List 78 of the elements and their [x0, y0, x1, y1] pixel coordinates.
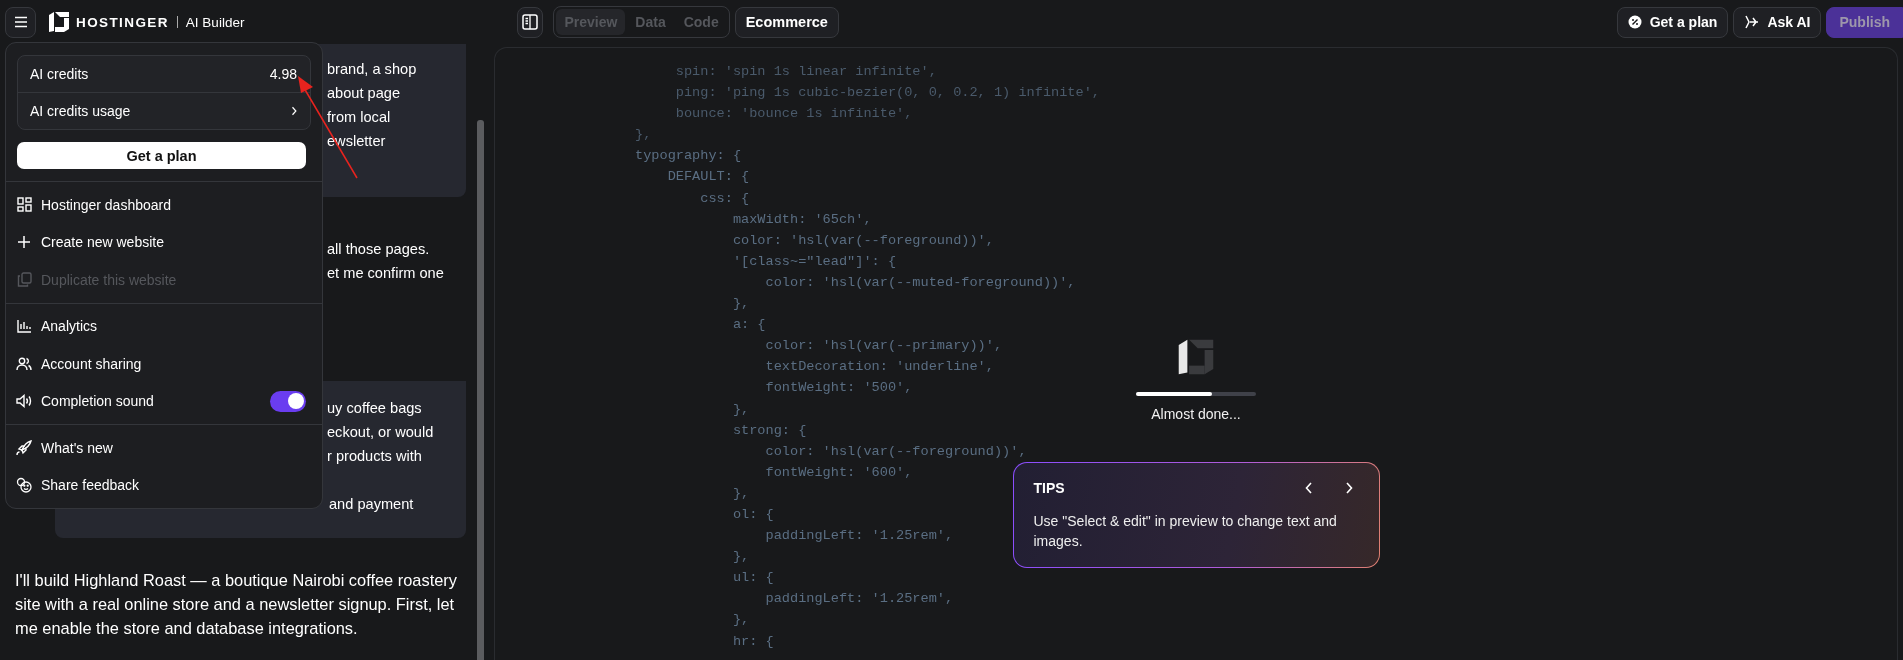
menu-button[interactable]: [5, 6, 36, 38]
toggle-label: Completion sound: [41, 393, 155, 410]
code-line: color: 'hsl(var(--primary))',: [764, 337, 1003, 356]
product-name: AI Builder: [185, 14, 245, 30]
code-line: },: [731, 484, 750, 503]
code-line: fontWeight: '500',: [764, 379, 913, 398]
code-line: color: 'hsl(var(--foreground))',: [764, 442, 1027, 461]
code-line: color: 'hsl(var(--muted-foreground))',: [764, 273, 1076, 292]
code-line: color: 'hsl(var(--foreground))',: [731, 231, 994, 250]
code-line: textDecoration: 'underline',: [764, 358, 994, 377]
code-line: maxWidth: '65ch',: [731, 210, 872, 229]
tip-text: Use "Select & edit" in preview to change text and images.: [1033, 512, 1338, 551]
plus-icon: [17, 235, 31, 250]
scrollbar[interactable]: [477, 120, 484, 660]
chevron-right-icon: [1344, 482, 1353, 494]
code-line: css: {: [699, 189, 750, 208]
sparkle-icon: [1744, 15, 1760, 29]
code-line: ul: {: [731, 569, 774, 588]
message-text: eckout, or would: [327, 423, 434, 442]
chevron-left-icon: [1304, 482, 1313, 494]
code-line: typography: {: [635, 147, 742, 166]
get-plan-button[interactable]: Get a plan: [17, 142, 306, 169]
credits-value: 4.98: [269, 66, 297, 82]
credits-usage-link[interactable]: AI credits usage: [18, 92, 310, 129]
code-line: bounce: 'bounce 1s infinite',: [674, 105, 913, 124]
ask-ai-button[interactable]: Ask AI: [1733, 6, 1822, 38]
message-text: r products with: [327, 447, 422, 466]
code-line: '[class~="lead"]': {: [731, 252, 897, 271]
toggle-sidebar-button[interactable]: [517, 6, 544, 38]
loading-status: Almost done...: [1151, 406, 1241, 422]
assistant-message: I'll build Highland Roast — a boutique Nairobi coffee roastery site with a real online store and a newsletter signup. First, let me enable the store and database integrations.: [15, 570, 458, 639]
code-line: spin: 'spin 1s linear infinite',: [674, 63, 937, 81]
dashboard-icon: [16, 197, 32, 213]
code-line: },: [731, 611, 750, 630]
code-line: fontWeight: '600',: [764, 463, 913, 482]
code-line: paddingLeft: '1.25rem',: [764, 527, 954, 546]
code-line: paddingLeft: '1.25rem',: [764, 590, 954, 609]
code-line: DEFAULT: {: [666, 168, 750, 187]
feedback-icon: [16, 477, 32, 494]
code-line: },: [635, 126, 652, 145]
message-text: et me confirm one: [327, 264, 444, 283]
menu-item[interactable]: Share feedback: [6, 466, 322, 504]
get-plan-button[interactable]: Get a plan: [1616, 6, 1729, 38]
chevron-right-icon: [291, 106, 297, 116]
loading-logo-icon: [1177, 338, 1215, 376]
tips-title: TIPS: [1033, 480, 1066, 496]
sidebar-icon: [522, 14, 539, 30]
menu-item[interactable]: Create new website: [6, 223, 322, 261]
menu-item[interactable]: Analytics: [6, 307, 322, 345]
code-line: },: [731, 400, 750, 419]
copy-icon: [16, 272, 32, 288]
bar-chart-icon: [16, 319, 32, 334]
code-line: ol: {: [731, 505, 774, 524]
code-line: hr: {: [731, 632, 774, 651]
code-line: a: {: [731, 316, 766, 335]
message-text: and payment: [329, 495, 414, 514]
toggle-switch[interactable]: [270, 390, 306, 412]
users-icon: [16, 356, 32, 371]
discount-icon: [1627, 15, 1642, 29]
message-text: about page: [327, 84, 401, 103]
logo-icon: [48, 11, 70, 33]
message-text: brand, a shop: [327, 60, 417, 79]
speaker-icon: [16, 394, 32, 409]
code-line: strong: {: [731, 421, 807, 440]
brand-name: HOSTINGER: [76, 14, 169, 30]
menu-icon: [13, 16, 28, 28]
message-text: from local: [327, 108, 391, 127]
menu-item[interactable]: Account sharing: [6, 345, 322, 383]
code-line: },: [731, 295, 750, 314]
credits-label: AI credits: [30, 66, 89, 82]
project-button[interactable]: Ecommerce: [734, 6, 839, 38]
rocket-icon: [16, 439, 32, 456]
menu-item[interactable]: What's new: [6, 429, 322, 467]
message-text: all those pages.: [327, 240, 430, 259]
code-line: },: [731, 548, 750, 567]
message-text: uy coffee bags: [327, 399, 422, 418]
menu-item[interactable]: Hostinger dashboard: [6, 186, 322, 224]
code-line: ping: 'ping 1s cubic-bezier(0, 0, 0.2, 1) infinite',: [674, 84, 1100, 103]
